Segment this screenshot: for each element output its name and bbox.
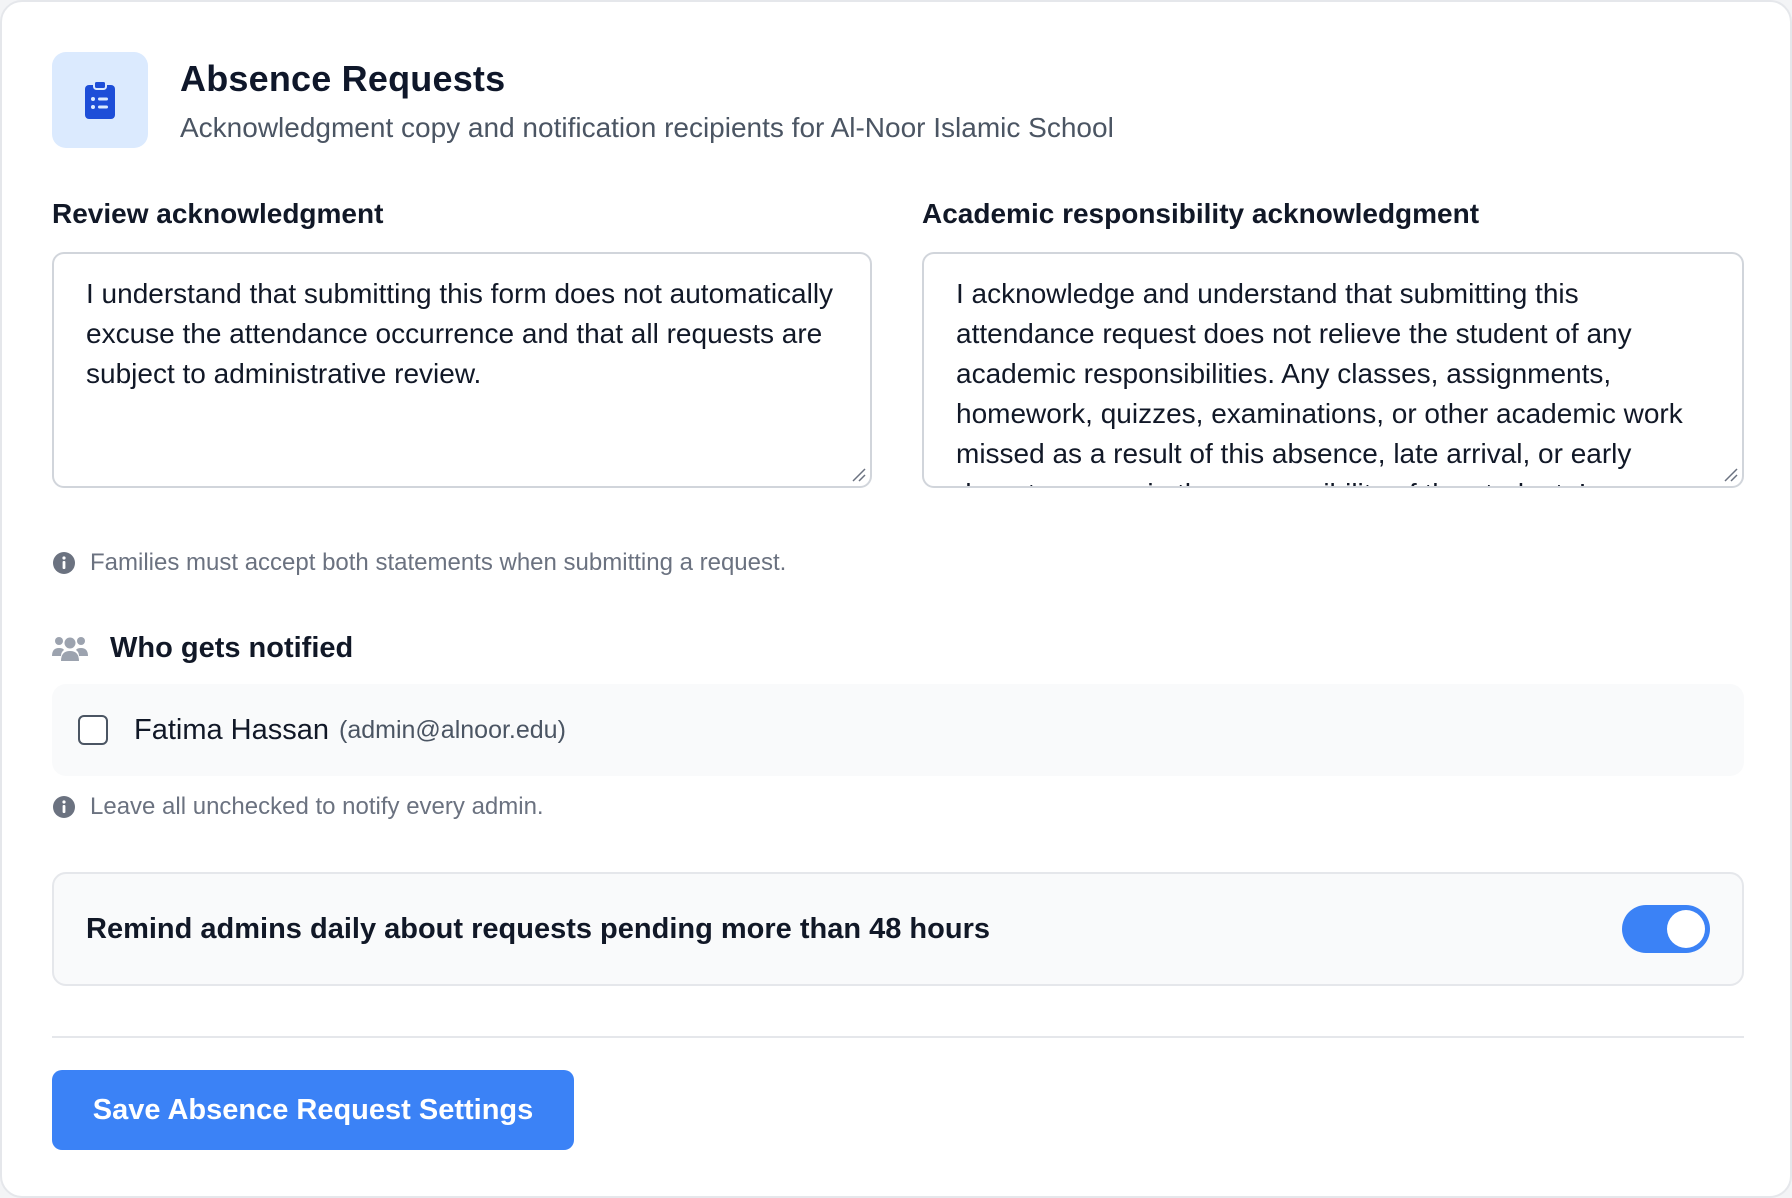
recipient-list: Fatima Hassan (admin@alnoor.edu)	[52, 684, 1744, 776]
save-button[interactable]: Save Absence Request Settings	[52, 1070, 574, 1150]
reminder-toggle[interactable]	[1622, 905, 1710, 953]
ack-hint-text: Families must accept both statements whe…	[90, 549, 787, 576]
resize-handle-icon[interactable]	[1722, 466, 1738, 482]
academic-ack-label: Academic responsibility acknowledgment	[922, 198, 1480, 229]
page-title: Absence Requests	[180, 58, 506, 99]
recipient-name[interactable]: Fatima Hassan	[134, 714, 329, 747]
reminder-label: Remind admins daily about requests pendi…	[86, 912, 990, 945]
ack-hint: Families must accept both statements whe…	[52, 548, 786, 578]
reminder-row: Remind admins daily about requests pendi…	[52, 872, 1744, 986]
info-icon	[53, 796, 75, 818]
review-ack-text: I understand that submitting this form d…	[86, 278, 834, 389]
clipboard-list-icon	[52, 52, 148, 148]
toggle-knob	[1667, 910, 1705, 948]
notify-heading: Who gets notified	[52, 628, 353, 668]
academic-ack-text: I acknowledge and understand that submit…	[956, 278, 1683, 486]
review-ack-textarea[interactable]: I understand that submitting this form d…	[52, 252, 872, 488]
divider	[52, 1036, 1744, 1038]
review-ack-label: Review acknowledgment	[52, 198, 384, 229]
recipient-email: (admin@alnoor.edu)	[339, 715, 566, 744]
settings-card: Absence Requests Acknowledgment copy and…	[0, 0, 1792, 1198]
page-subtitle: Acknowledgment copy and notification rec…	[180, 112, 1114, 143]
resize-handle-icon[interactable]	[850, 466, 866, 482]
notify-hint-text: Leave all unchecked to notify every admi…	[90, 793, 544, 820]
info-icon	[53, 552, 75, 574]
notify-hint: Leave all unchecked to notify every admi…	[52, 792, 544, 822]
academic-ack-textarea[interactable]: I acknowledge and understand that submit…	[922, 252, 1744, 488]
users-icon	[52, 637, 88, 661]
recipient-checkbox[interactable]	[78, 715, 108, 745]
notify-heading-text: Who gets notified	[110, 631, 354, 664]
section-header: Absence Requests Acknowledgment copy and…	[52, 52, 1744, 148]
